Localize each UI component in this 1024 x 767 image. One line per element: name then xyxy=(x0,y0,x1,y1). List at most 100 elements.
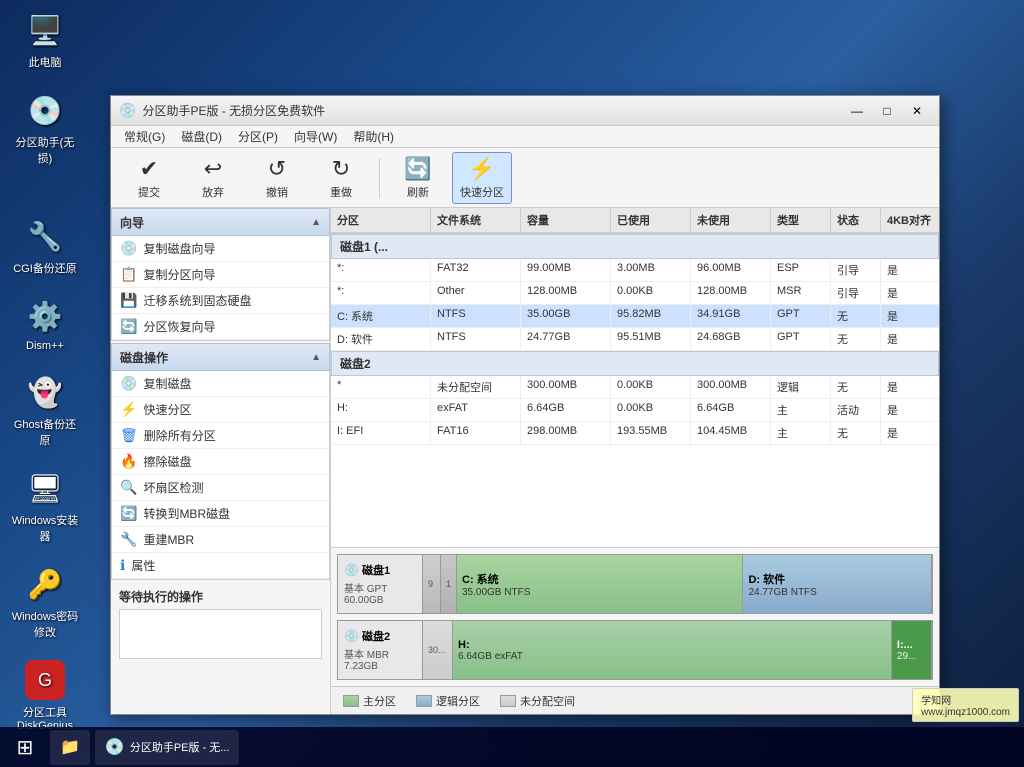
win-installer-label: Windows安装器 xyxy=(10,512,80,544)
sidebar-item-copy-partition[interactable]: 📋 复制分区向导 xyxy=(112,262,329,288)
disk2-unalloc-part[interactable]: 30... xyxy=(423,621,453,679)
sidebar-item-properties[interactable]: ℹ 属性 xyxy=(112,553,329,579)
win-pwd-label: Windows密码修改 xyxy=(10,608,80,640)
desktop-icon-diskgenius[interactable]: G 分区工具DiskGenius xyxy=(10,660,80,732)
close-button[interactable]: ✕ xyxy=(903,100,931,122)
disk1-msr-part[interactable]: 1 xyxy=(441,555,457,613)
desktop-icon-win-pwd[interactable]: 🔑 Windows密码修改 xyxy=(10,564,80,640)
app-taskbar-icon: 💿 xyxy=(105,737,125,757)
disk2-h-part[interactable]: H: 6.64GB exFAT xyxy=(453,621,892,679)
row-d1-2-free: 34.91GB xyxy=(691,305,771,327)
sidebar-item-to-mbr[interactable]: 🔄 转换到MBR磁盘 xyxy=(112,501,329,527)
restore-label: 分区恢复向导 xyxy=(143,318,215,335)
wizard-label: 向导 xyxy=(120,214,144,231)
row-d1-2-4k: 是 xyxy=(881,305,939,327)
desktop-icon-win-installer[interactable]: 🖥 Windows安装器 xyxy=(10,468,80,544)
desktop: 🖥️ 此电脑 💿 分区助手(无损) 🔧 CGI备份还原 ⚙️ Dism++ 👻 … xyxy=(0,0,1024,767)
table-row[interactable]: C: 系统 NTFS 35.00GB 95.82MB 34.91GB GPT 无… xyxy=(331,305,939,328)
menu-bar: 常规(G) 磁盘(D) 分区(P) 向导(W) 帮助(H) xyxy=(111,126,939,148)
legend-unalloc: 未分配空间 xyxy=(500,693,575,709)
sidebar-diskops-header[interactable]: 磁盘操作 ▲ xyxy=(111,343,330,371)
row-d2-1-used: 0.00KB xyxy=(611,399,691,421)
row-d2-1-status: 活动 xyxy=(831,399,881,421)
redo-button[interactable]: ↻ 重做 xyxy=(311,152,371,204)
col-type: 类型 xyxy=(771,208,831,232)
desktop-icon-partition-assistant[interactable]: 💿 分区助手(无损) xyxy=(10,90,80,166)
desktop-icon-dism[interactable]: ⚙️ Dism++ xyxy=(10,296,80,352)
refresh-label: 刷新 xyxy=(407,184,429,200)
desktop-icon-ghost[interactable]: 👻 Ghost备份还原 xyxy=(10,372,80,448)
row-d2-1-type: 主 xyxy=(771,399,831,421)
row-d2-2-type: 主 xyxy=(771,422,831,444)
desktop-icon-this-pc[interactable]: 🖥️ 此电脑 xyxy=(10,10,80,70)
partition-assistant-label: 分区助手(无损) xyxy=(10,134,80,166)
table-row[interactable]: *: FAT32 99.00MB 3.00MB 96.00MB ESP 引导 是 xyxy=(331,259,939,282)
copy-partition-icon: 📋 xyxy=(120,266,137,283)
sidebar-item-rebuild-mbr[interactable]: 🔧 重建MBR xyxy=(112,527,329,553)
legend-unalloc-label: 未分配空间 xyxy=(520,693,575,709)
table-row[interactable]: D: 软件 NTFS 24.77GB 95.51MB 24.68GB GPT 无… xyxy=(331,328,939,351)
d-part-size: 24.77GB NTFS xyxy=(748,587,816,598)
row-d1-0-capacity: 99.00MB xyxy=(521,259,611,281)
col-4k: 4KB对齐 xyxy=(881,208,939,232)
sidebar-item-migrate-ssd[interactable]: 💾 迁移系统到固态硬盘 xyxy=(112,288,329,314)
row-d2-0-partition: * xyxy=(331,376,431,398)
quick-partition-button[interactable]: ⚡ 快速分区 xyxy=(452,152,512,204)
minimize-button[interactable]: — xyxy=(843,100,871,122)
table-row[interactable]: H: exFAT 6.64GB 0.00KB 6.64GB 主 活动 是 xyxy=(331,399,939,422)
start-button[interactable]: ⊞ xyxy=(5,730,45,765)
refresh-button[interactable]: 🔄 刷新 xyxy=(388,152,448,204)
menu-partition[interactable]: 分区(P) xyxy=(230,126,286,147)
watermark-brand: 学知网 xyxy=(921,692,1010,707)
row-d1-2-type: GPT xyxy=(771,305,831,327)
sidebar-item-quick-partition[interactable]: ⚡ 快速分区 xyxy=(112,397,329,423)
disk2-i-part[interactable]: I:... 29... xyxy=(892,621,932,679)
sidebar-item-erase-disk[interactable]: 🔥 擦除磁盘 xyxy=(112,449,329,475)
row-d1-3-status: 无 xyxy=(831,328,881,350)
disk1-vis-type: 基本 GPT xyxy=(344,580,416,595)
disk1-d-part[interactable]: D: 软件 24.77GB NTFS xyxy=(743,555,932,613)
submit-button[interactable]: ✔ 提交 xyxy=(119,152,179,204)
content-area: 向导 ▲ 💿 复制磁盘向导 📋 复制分区向导 💾 xyxy=(111,208,939,714)
sidebar-item-delete-all[interactable]: 🗑 删除所有分区 xyxy=(112,423,329,449)
refresh-icon: 🔄 xyxy=(404,156,431,182)
sidebar-item-copy-disk[interactable]: 💿 复制磁盘向导 xyxy=(112,236,329,262)
desktop-icon-cgi-backup[interactable]: 🔧 CGI备份还原 xyxy=(10,216,80,276)
discard-button[interactable]: ↩ 放弃 xyxy=(183,152,243,204)
row-d2-0-free: 300.00MB xyxy=(691,376,771,398)
row-d1-0-fs: FAT32 xyxy=(431,259,521,281)
disk1-vis-size: 60.00GB xyxy=(344,595,416,606)
maximize-button[interactable]: □ xyxy=(873,100,901,122)
sidebar-item-check-bad[interactable]: 🔍 坏扇区检测 xyxy=(112,475,329,501)
discard-icon: ↩ xyxy=(204,156,222,182)
menu-disk[interactable]: 磁盘(D) xyxy=(173,126,230,147)
menu-wizard[interactable]: 向导(W) xyxy=(286,126,345,147)
table-row[interactable]: I: EFI FAT16 298.00MB 193.55MB 104.45MB … xyxy=(331,422,939,445)
d-part-label: D: 软件 xyxy=(748,571,785,587)
menu-general[interactable]: 常规(G) xyxy=(116,126,173,147)
table-row[interactable]: *: Other 128.00MB 0.00KB 128.00MB MSR 引导… xyxy=(331,282,939,305)
menu-help[interactable]: 帮助(H) xyxy=(345,126,402,147)
explorer-taskbar-btn[interactable]: 📁 xyxy=(50,730,90,765)
row-d2-2-status: 无 xyxy=(831,422,881,444)
this-pc-label: 此电脑 xyxy=(29,54,62,70)
sidebar-item-copy-disk2[interactable]: 💿 复制磁盘 xyxy=(112,371,329,397)
ghost-icon: 👻 xyxy=(25,372,65,412)
row-d2-1-4k: 是 xyxy=(881,399,939,421)
col-partition: 分区 xyxy=(331,208,431,232)
undo-button[interactable]: ↺ 撤销 xyxy=(247,152,307,204)
unalloc-label: 30... xyxy=(428,645,446,655)
row-d2-2-fs: FAT16 xyxy=(431,422,521,444)
disk1-vis-name: 磁盘1 xyxy=(362,562,390,578)
app-icon: 💿 xyxy=(119,102,136,119)
row-d2-0-4k: 是 xyxy=(881,376,939,398)
legend-primary-label: 主分区 xyxy=(363,693,396,709)
migrate-ssd-icon: 💾 xyxy=(120,292,137,309)
delete-all-icon: 🗑 xyxy=(120,427,138,444)
sidebar-wizard-header[interactable]: 向导 ▲ xyxy=(111,208,330,236)
table-row[interactable]: * 未分配空间 300.00MB 0.00KB 300.00MB 逻辑 无 是 xyxy=(331,376,939,399)
disk1-c-part[interactable]: C: 系统 35.00GB NTFS xyxy=(457,555,743,613)
disk1-esp-part[interactable]: 9 xyxy=(423,555,441,613)
app-taskbar-btn[interactable]: 💿 分区助手PE版 - 无... xyxy=(95,730,240,765)
sidebar-item-restore-partition[interactable]: 🔄 分区恢复向导 xyxy=(112,314,329,340)
